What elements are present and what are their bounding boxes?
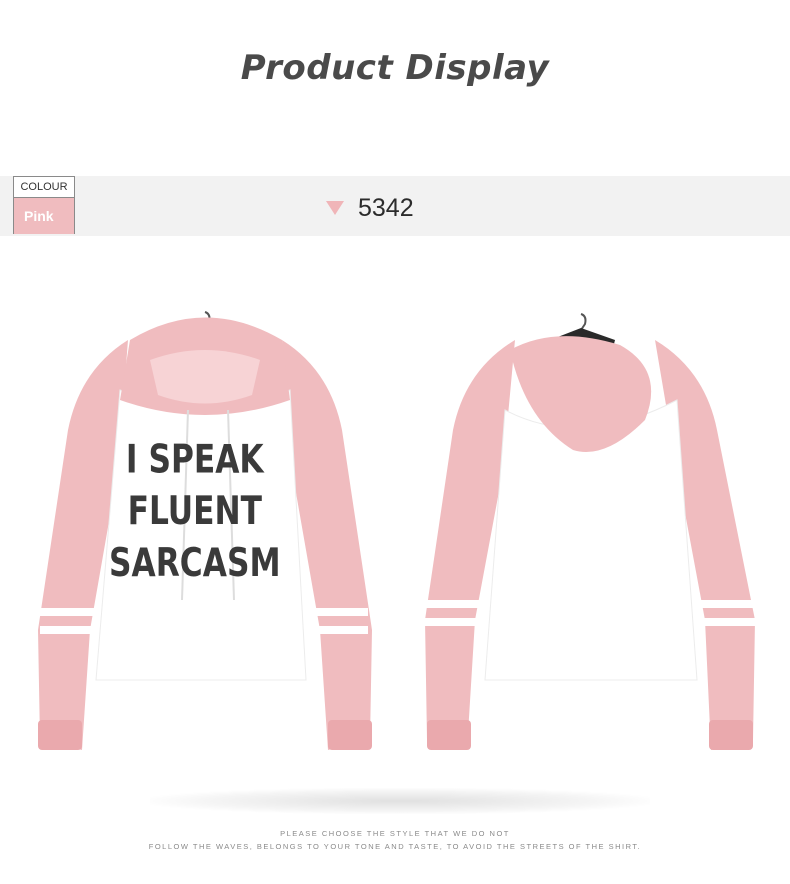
page-title: Product Display [240,48,550,88]
print-line-2: FLUENT [128,489,262,534]
footer-line-1: PLEASE CHOOSE THE STYLE THAT WE DO NOT [280,829,510,838]
product-code-value: 5342 [358,193,414,222]
footer-line-2: FOLLOW THE WAVES, BELONGS TO YOUR TONE A… [148,842,642,851]
hoodie-front-image: I SPEAK FLUENT SARCASM [38,311,372,750]
print-line-3: SARCASM [109,541,281,586]
hoodie-back-image [423,313,757,750]
hoodie-body [95,389,307,681]
colour-label: COLOUR [14,177,74,198]
colour-swatch-pink[interactable]: Pink [14,198,74,234]
colour-selector[interactable]: COLOUR Pink [13,176,75,234]
floor-shadow [150,788,650,814]
triangle-down-icon [326,201,344,215]
print-line-1: I SPEAK [126,437,265,482]
product-code: 5342 [326,192,414,224]
